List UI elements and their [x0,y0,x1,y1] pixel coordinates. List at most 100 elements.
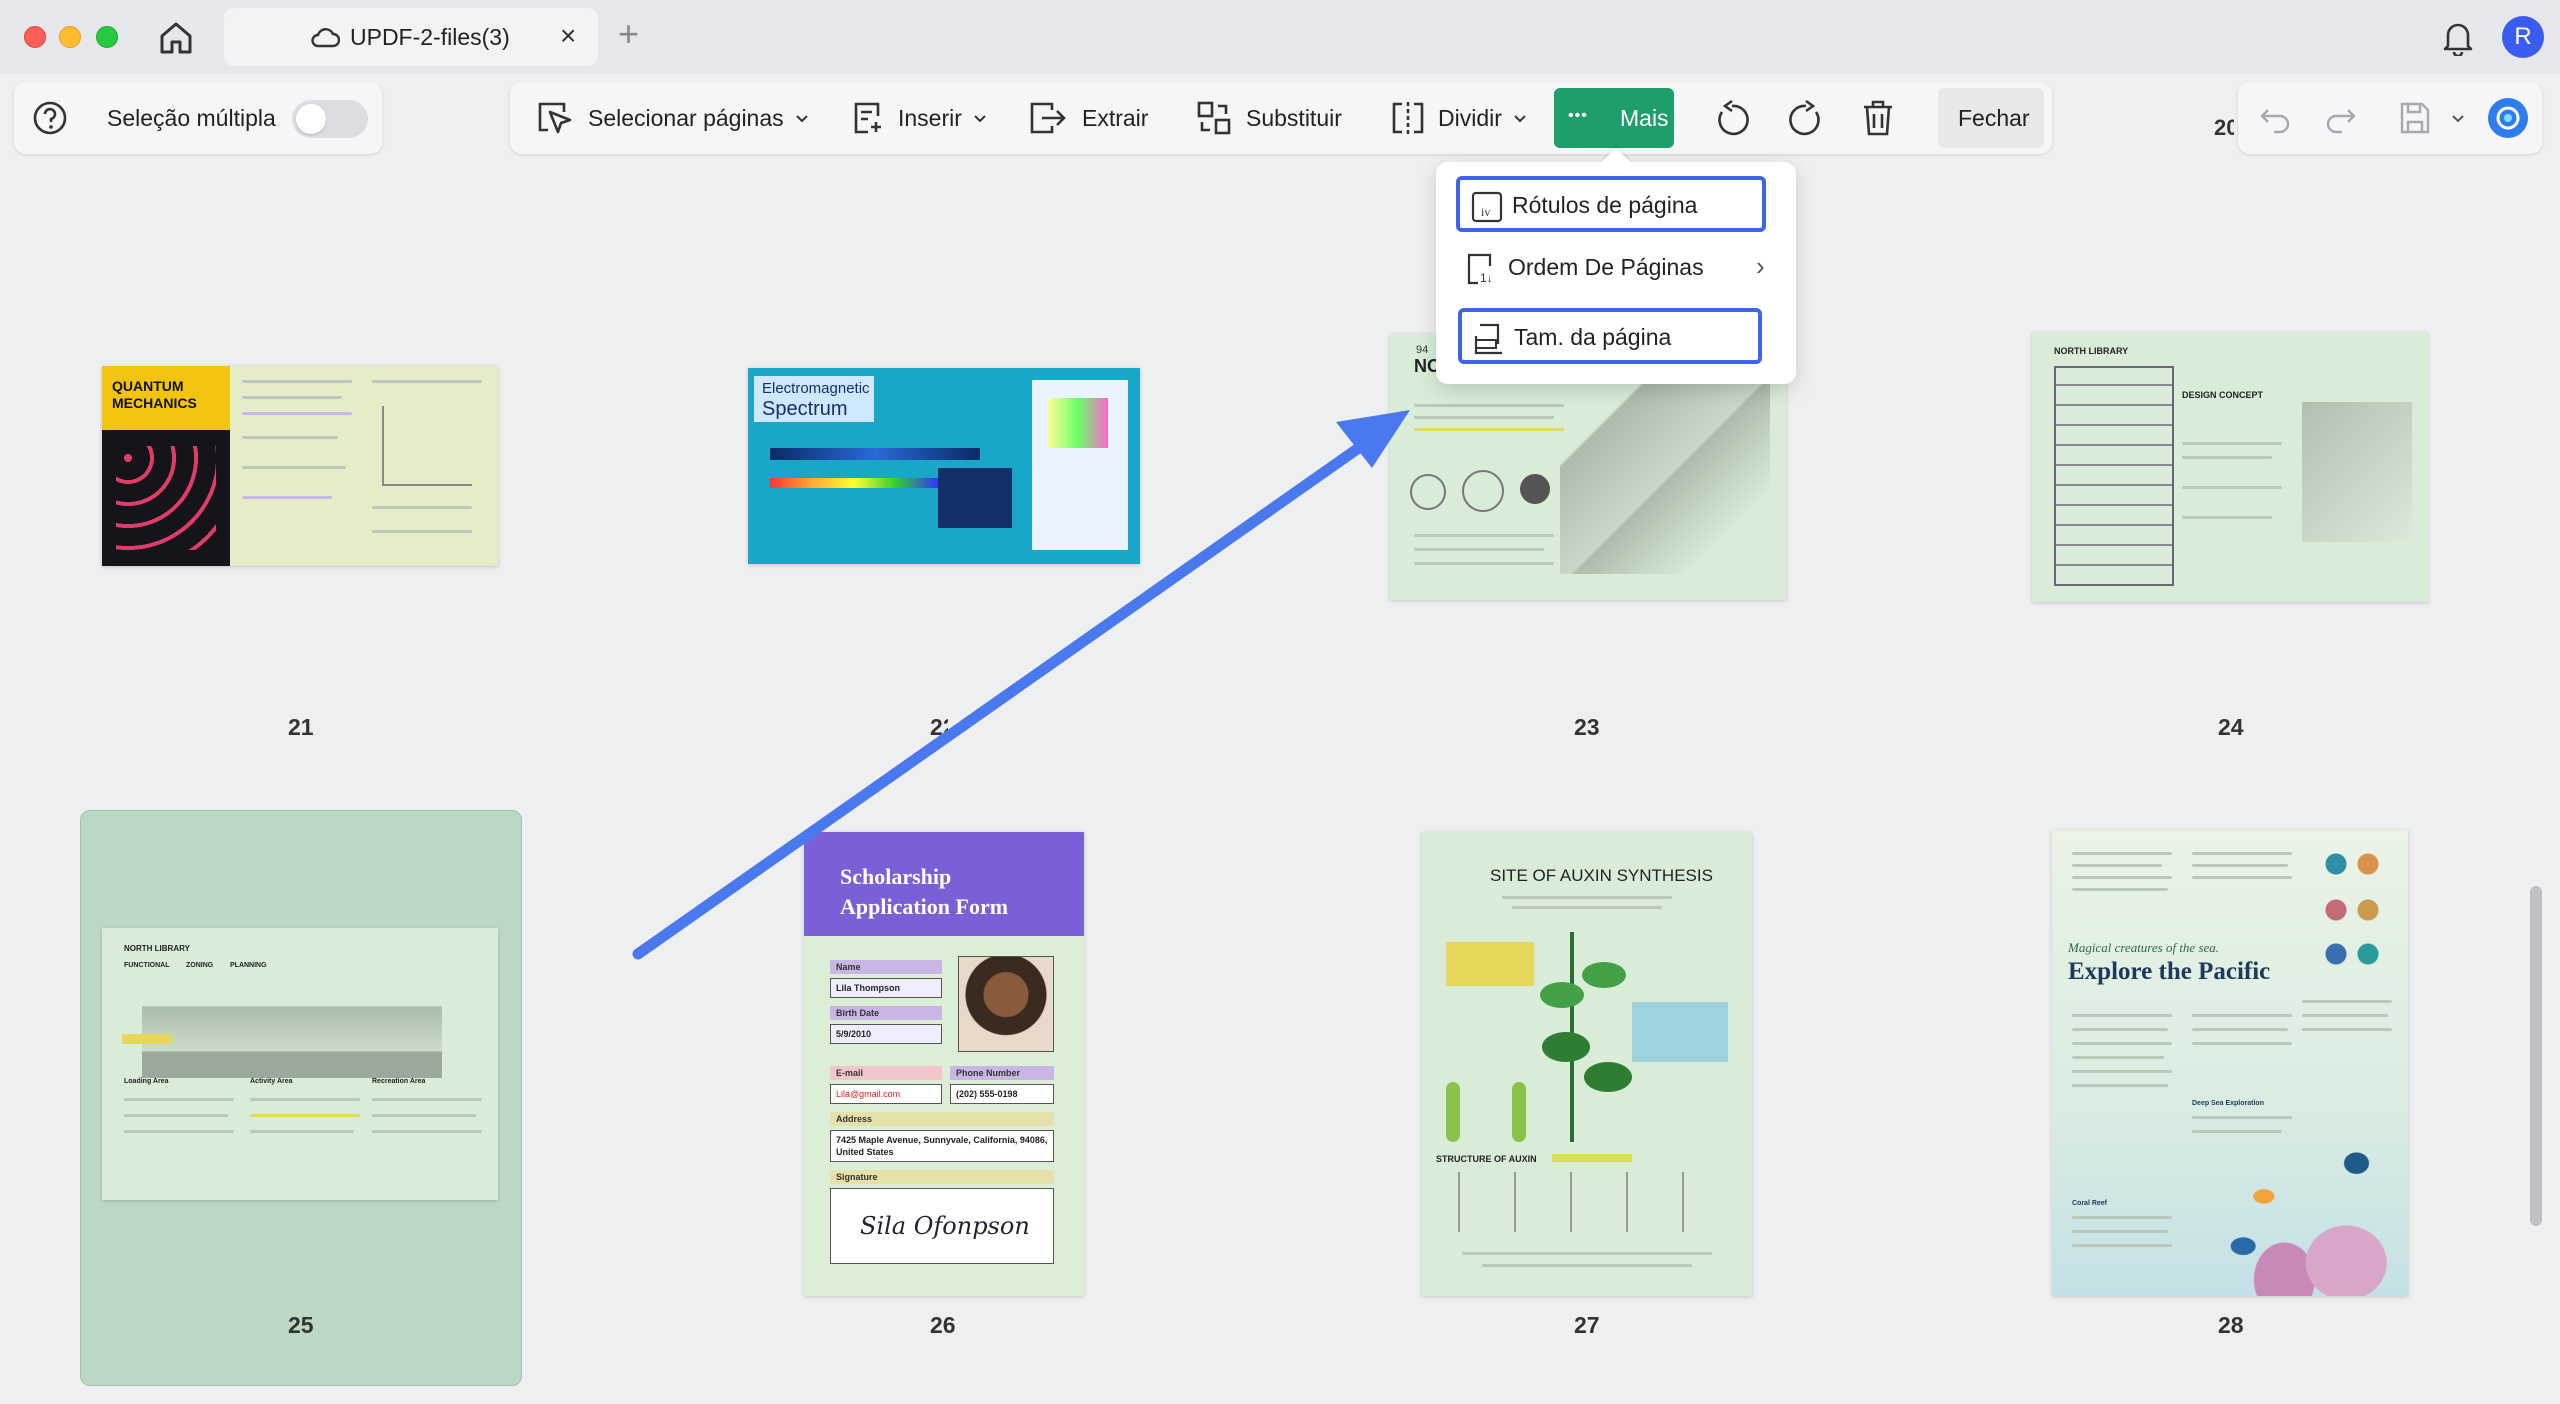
page-thumbnail-25[interactable]: NORTH LIBRARY FUNCTIONAL ZONING PLANNING… [102,928,498,1200]
replace-label: Substituir [1246,105,1342,131]
page-indicator-partial: 20 [2214,115,2234,140]
field-label-birth-date: Birth Date [836,1008,880,1018]
page-number-24: 24 [2218,714,2244,740]
scholarship-title: Scholarship Application Form [840,864,1009,919]
menu-item-page-size-label: Tam. da página [1514,324,1672,350]
more-button[interactable]: ••• Mais [1554,88,1674,148]
page-number-28: 28 [2218,1312,2244,1338]
document-tab[interactable]: UPDF-2-files(3) × [224,8,598,66]
page-thumbnail-grid: QUANTUM MECHANICS 21 Electromagnetic Spe… [0,158,2560,1404]
menu-item-page-order[interactable]: 1↓ Ordem De Páginas › [1456,242,1766,298]
split-icon [1392,102,1424,134]
more-dropdown-menu: iv Rótulos de página 1↓ Ordem De Páginas… [1436,162,1796,384]
field-value-phone: (202) 555-0198 [956,1089,1018,1099]
menu-item-page-order-label: Ordem De Páginas [1508,254,1704,280]
page-thumbnail-27[interactable]: SITE OF AUXIN SYNTHESIS STRUCTURE OF AUX… [1422,832,1752,1296]
field-value-birth-date: 5/9/2010 [836,1029,872,1039]
page-25-column-2: Activity Area [250,1078,293,1085]
vertical-scrollbar[interactable] [2530,886,2542,1226]
replace-button[interactable]: Substituir [1196,82,1342,154]
field-value-name: Lila Thompson [836,983,900,993]
submenu-chevron-right-icon: › [1756,251,1765,281]
tab-title: UPDF-2-files(3) [350,24,510,50]
auxin-subtitle: STRUCTURE OF AUXIN [1436,1154,1537,1164]
close-label: Fechar [1958,105,2030,131]
page-order-icon: 1↓ [1467,253,1493,285]
edit-history-panel [2238,82,2542,154]
page-22-subtitle: Spectrum [762,398,848,420]
save-icon[interactable] [2398,100,2432,136]
bell-icon[interactable] [2440,18,2476,56]
page-24-title: NORTH LIBRARY [2054,346,2129,356]
rotate-right-icon[interactable] [1786,98,1826,138]
undo-icon[interactable] [2258,102,2292,134]
extract-label: Extrair [1082,105,1149,131]
pacific-subtitle: Magical creatures of the sea. [2068,940,2220,955]
help-icon[interactable] [32,100,68,136]
page-toolbar: Selecionar páginas Inserir Extrair Subst… [510,82,2052,154]
field-label-name: Name [836,962,861,972]
minimize-window-button[interactable] [59,26,81,48]
page-labels-icon: iv [1471,191,1503,223]
page-thumbnail-26[interactable]: Scholarship Application Form Name Lila T… [804,832,1084,1296]
ai-assistant-icon[interactable] [2486,96,2530,140]
home-icon[interactable] [156,18,196,58]
page-25-heading-3: PLANNING [230,962,267,969]
rotate-left-icon[interactable] [1712,98,1752,138]
zoom-window-button[interactable] [96,26,118,48]
page-thumbnail-28[interactable]: Magical creatures of the sea. Explore th… [2052,830,2408,1296]
page-number-21: 21 [288,714,314,740]
auxin-title: SITE OF AUXIN SYNTHESIS [1490,866,1713,885]
field-value-email: Lila@gmail.com [836,1089,901,1099]
page-thumbnail-24[interactable]: NORTH LIBRARY DESIGN CONCEPT [2032,332,2428,602]
pacific-heading-deep-sea: Deep Sea Exploration [2192,1100,2264,1107]
split-button[interactable]: Dividir [1390,82,1528,154]
select-pages-label: Selecionar páginas [588,105,784,131]
close-tab-icon[interactable]: × [560,20,576,52]
menu-item-page-size[interactable]: Tam. da página [1458,308,1762,364]
page-23-label: 94 [1416,344,1429,356]
field-label-phone: Phone Number [956,1068,1021,1078]
page-25-heading-2: ZONING [186,962,214,969]
svg-text:1↓: 1↓ [1480,271,1493,285]
page-25-heading-1: FUNCTIONAL [124,962,170,969]
multi-select-panel: Seleção múltipla [14,82,382,154]
page-25-column-1: Loading Area [124,1078,169,1085]
page-number-23: 23 [1574,714,1600,740]
field-label-signature: Signature [836,1172,878,1182]
chevron-down-icon [795,115,808,123]
redo-icon[interactable] [2324,102,2358,134]
select-pages-button[interactable]: Selecionar páginas [534,82,810,154]
split-label: Dividir [1438,105,1502,131]
page-thumbnail-22[interactable]: Electromagnetic Spectrum [748,368,1140,564]
cloud-icon [311,28,340,48]
field-label-address: Address [836,1114,873,1124]
menu-item-page-labels[interactable]: iv Rótulos de página [1456,176,1766,232]
page-number-27: 27 [1574,1312,1600,1338]
page-number-26: 26 [930,1312,956,1338]
page-25-title: NORTH LIBRARY [124,944,190,953]
chevron-down-icon[interactable] [2450,110,2466,126]
close-window-button[interactable] [24,26,46,48]
pacific-heading-coral-reef: Coral Reef [2072,1200,2108,1207]
extract-button[interactable]: Extrair [1028,82,1148,154]
replace-icon [1197,101,1231,135]
page-thumbnail-21[interactable]: QUANTUM MECHANICS [102,366,498,566]
pacific-title: Explore the Pacific [2068,958,2271,985]
more-dots-icon: ••• [1568,107,1588,124]
close-page-mode-button[interactable]: Fechar [1938,88,2044,148]
field-label-email: E-mail [836,1068,864,1078]
page-size-icon [1474,323,1502,355]
new-tab-button[interactable]: + [618,14,639,54]
insert-label: Inserir [898,105,962,131]
page-24-subtitle: DESIGN CONCEPT [2182,390,2264,400]
title-bar: UPDF-2-files(3) × + R [0,0,2560,74]
multi-select-toggle[interactable] [292,100,368,138]
page-25-column-3: Recreation Area [372,1078,426,1085]
chevron-down-icon [1514,115,1526,123]
insert-button[interactable]: Inserir [850,82,988,154]
menu-item-page-labels-label: Rótulos de página [1512,192,1698,218]
field-value-signature: Sila Ofonpson [860,1212,1030,1240]
trash-icon[interactable] [1860,98,1896,138]
user-avatar[interactable]: R [2502,16,2544,58]
